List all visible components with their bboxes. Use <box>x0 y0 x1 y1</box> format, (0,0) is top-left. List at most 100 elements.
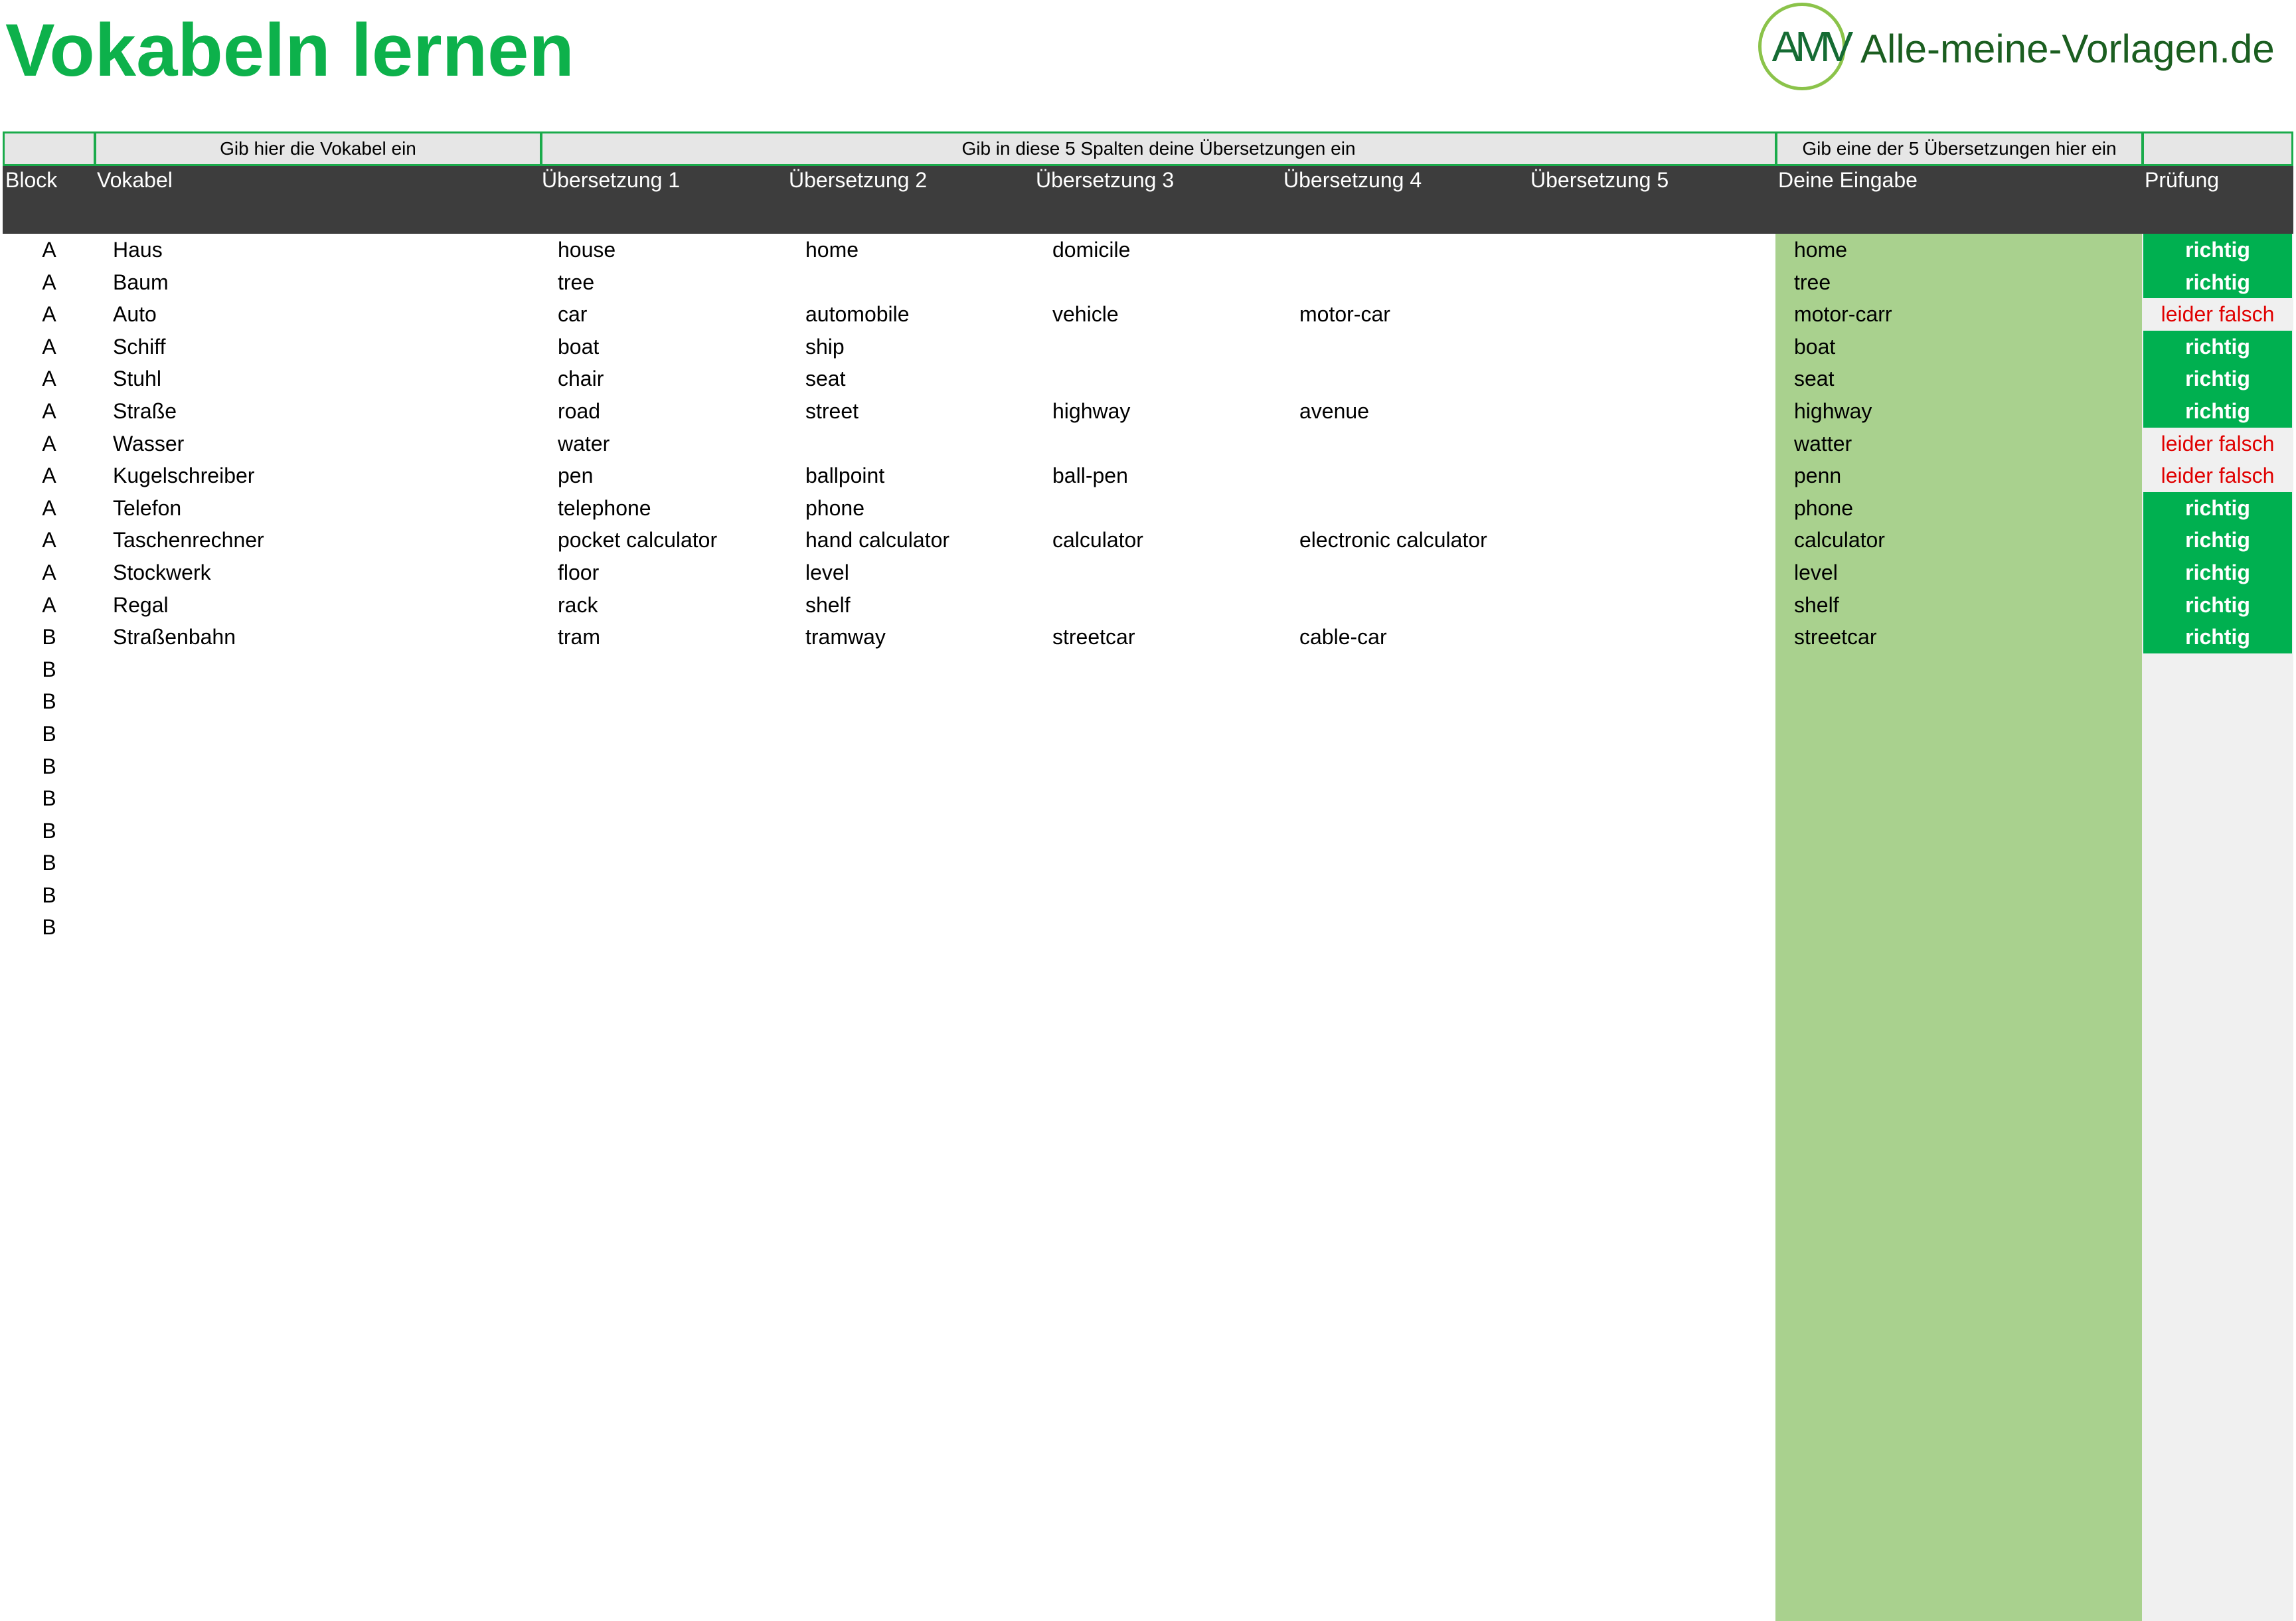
cell-pruefung[interactable]: richtig <box>2143 394 2292 428</box>
cell-uebersetzung-4[interactable] <box>1299 750 1538 783</box>
cell-uebersetzung-4[interactable]: motor-car <box>1299 298 1538 331</box>
cell-uebersetzung-1[interactable]: pen <box>558 460 797 492</box>
cell-vokabel[interactable]: Regal <box>113 589 551 622</box>
cell-uebersetzung-2[interactable] <box>805 718 1044 750</box>
cell-uebersetzung-5[interactable] <box>1547 298 1773 331</box>
cell-uebersetzung-3[interactable] <box>1052 556 1291 589</box>
cell-uebersetzung-2[interactable] <box>805 879 1044 912</box>
cell-uebersetzung-3[interactable] <box>1052 492 1291 525</box>
cell-uebersetzung-5[interactable] <box>1547 782 1773 815</box>
cell-uebersetzung-5[interactable] <box>1547 363 1773 395</box>
cell-vokabel[interactable] <box>113 685 551 718</box>
cell-uebersetzung-4[interactable] <box>1299 782 1538 815</box>
cell-pruefung[interactable]: richtig <box>2143 556 2292 589</box>
cell-uebersetzung-5[interactable] <box>1547 653 1773 686</box>
cell-block[interactable]: B <box>3 815 96 847</box>
cell-uebersetzung-1[interactable]: boat <box>558 331 797 363</box>
cell-pruefung[interactable] <box>2143 685 2292 718</box>
cell-eingabe[interactable]: home <box>1794 234 2139 266</box>
cell-eingabe[interactable] <box>1794 879 2139 912</box>
cell-vokabel[interactable]: Auto <box>113 298 551 331</box>
cell-vokabel[interactable]: Straße <box>113 395 551 428</box>
col-header-block[interactable]: Block <box>5 166 57 194</box>
cell-eingabe[interactable] <box>1794 750 2139 783</box>
cell-pruefung[interactable] <box>2143 653 2292 686</box>
cell-vokabel[interactable] <box>113 718 551 750</box>
cell-uebersetzung-5[interactable] <box>1547 234 1773 266</box>
cell-pruefung[interactable]: richtig <box>2143 588 2292 622</box>
cell-uebersetzung-5[interactable] <box>1547 428 1773 460</box>
cell-uebersetzung-2[interactable]: automobile <box>805 298 1044 331</box>
cell-block[interactable]: A <box>3 556 96 589</box>
cell-uebersetzung-5[interactable] <box>1547 847 1773 879</box>
cell-uebersetzung-4[interactable]: cable-car <box>1299 621 1538 653</box>
cell-uebersetzung-3[interactable]: vehicle <box>1052 298 1291 331</box>
cell-uebersetzung-2[interactable]: ballpoint <box>805 460 1044 492</box>
cell-uebersetzung-3[interactable]: highway <box>1052 395 1291 428</box>
cell-pruefung[interactable]: richtig <box>2143 524 2292 556</box>
cell-block[interactable]: B <box>3 750 96 783</box>
cell-uebersetzung-5[interactable] <box>1547 492 1773 525</box>
cell-uebersetzung-5[interactable] <box>1547 331 1773 363</box>
cell-block[interactable]: A <box>3 460 96 492</box>
cell-uebersetzung-1[interactable] <box>558 718 797 750</box>
cell-block[interactable]: A <box>3 298 96 331</box>
cell-eingabe[interactable]: motor-carr <box>1794 298 2139 331</box>
cell-uebersetzung-4[interactable] <box>1299 879 1538 912</box>
col-header-pruefung[interactable]: Prüfung <box>2145 166 2219 194</box>
cell-uebersetzung-5[interactable] <box>1547 685 1773 718</box>
cell-uebersetzung-1[interactable]: car <box>558 298 797 331</box>
cell-vokabel[interactable]: Stuhl <box>113 363 551 395</box>
cell-eingabe[interactable] <box>1794 718 2139 750</box>
cell-uebersetzung-5[interactable] <box>1547 395 1773 428</box>
cell-uebersetzung-1[interactable]: tram <box>558 621 797 653</box>
col-header-eingabe[interactable]: Deine Eingabe <box>1778 166 1918 194</box>
cell-pruefung[interactable]: richtig <box>2143 266 2292 299</box>
cell-uebersetzung-1[interactable]: house <box>558 234 797 266</box>
cell-uebersetzung-1[interactable]: road <box>558 395 797 428</box>
cell-block[interactable]: A <box>3 492 96 525</box>
cell-uebersetzung-1[interactable] <box>558 750 797 783</box>
cell-uebersetzung-4[interactable]: electronic calculator <box>1299 524 1538 556</box>
cell-uebersetzung-1[interactable]: floor <box>558 556 797 589</box>
cell-uebersetzung-4[interactable] <box>1299 685 1538 718</box>
cell-pruefung[interactable]: richtig <box>2143 363 2292 395</box>
cell-uebersetzung-2[interactable] <box>805 782 1044 815</box>
cell-eingabe[interactable] <box>1794 847 2139 879</box>
cell-pruefung[interactable]: richtig <box>2143 330 2292 363</box>
cell-pruefung[interactable] <box>2143 750 2292 783</box>
cell-uebersetzung-4[interactable] <box>1299 815 1538 847</box>
cell-uebersetzung-1[interactable]: water <box>558 428 797 460</box>
cell-uebersetzung-3[interactable] <box>1052 653 1291 686</box>
cell-uebersetzung-4[interactable] <box>1299 460 1538 492</box>
col-header-uebersetzung-5[interactable]: Übersetzung 5 <box>1530 166 1669 194</box>
cell-block[interactable]: A <box>3 331 96 363</box>
cell-eingabe[interactable] <box>1794 653 2139 686</box>
cell-eingabe[interactable] <box>1794 685 2139 718</box>
cell-uebersetzung-5[interactable] <box>1547 718 1773 750</box>
cell-block[interactable]: A <box>3 589 96 622</box>
cell-block[interactable]: B <box>3 621 96 653</box>
cell-uebersetzung-4[interactable] <box>1299 589 1538 622</box>
cell-uebersetzung-4[interactable] <box>1299 266 1538 299</box>
cell-uebersetzung-1[interactable] <box>558 879 797 912</box>
cell-block[interactable]: A <box>3 234 96 266</box>
cell-uebersetzung-3[interactable] <box>1052 911 1291 944</box>
cell-block[interactable]: A <box>3 524 96 556</box>
cell-uebersetzung-3[interactable] <box>1052 685 1291 718</box>
cell-eingabe[interactable] <box>1794 815 2139 847</box>
cell-uebersetzung-3[interactable] <box>1052 331 1291 363</box>
cell-pruefung[interactable]: leider falsch <box>2143 298 2292 331</box>
cell-uebersetzung-4[interactable] <box>1299 653 1538 686</box>
cell-uebersetzung-2[interactable] <box>805 266 1044 299</box>
cell-vokabel[interactable] <box>113 911 551 944</box>
cell-uebersetzung-2[interactable] <box>805 911 1044 944</box>
cell-uebersetzung-2[interactable] <box>805 653 1044 686</box>
cell-uebersetzung-2[interactable]: shelf <box>805 589 1044 622</box>
cell-vokabel[interactable] <box>113 750 551 783</box>
cell-block[interactable]: A <box>3 266 96 299</box>
cell-uebersetzung-3[interactable] <box>1052 750 1291 783</box>
cell-pruefung[interactable] <box>2143 879 2292 912</box>
cell-uebersetzung-2[interactable] <box>805 750 1044 783</box>
cell-block[interactable]: B <box>3 718 96 750</box>
